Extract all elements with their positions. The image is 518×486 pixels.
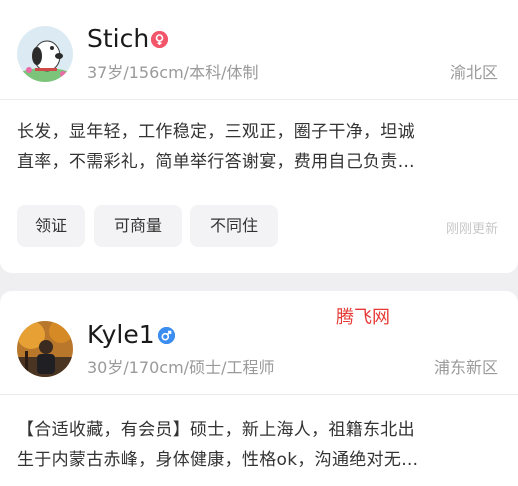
profile-name: Kyle1 — [87, 320, 155, 349]
profile-card[interactable]: Kyle1 30岁/170cm/硕士/工程师 浦东新区 【合适收藏，有会员】硕士… — [0, 291, 518, 486]
avatar[interactable] — [17, 26, 73, 82]
person-photo-avatar-image — [17, 321, 73, 377]
watermark: 腾飞网 — [336, 307, 390, 328]
update-status: 刚刚更新 — [445, 222, 498, 237]
profile-location: 渝北区 — [449, 63, 498, 82]
avatar[interactable] — [17, 321, 73, 377]
profile-location: 浦东新区 — [433, 358, 498, 377]
profile-name: Stich — [87, 24, 150, 53]
snoopy-avatar-image — [17, 26, 73, 82]
description-line: 生于内蒙古赤峰，身体健康，性格ok，沟通绝对无… — [17, 450, 419, 470]
tag-not-live-together[interactable]: 不同住 — [190, 205, 278, 247]
male-icon — [158, 327, 175, 344]
female-icon — [151, 31, 168, 48]
tag-marriage-registration[interactable]: 领证 — [17, 205, 85, 247]
profile-card[interactable]: Stich 37岁/156cm/本科/体制 渝北区 长发，显年轻，工作稳定，三观… — [0, 0, 518, 273]
divider — [0, 394, 518, 395]
tag-negotiable[interactable]: 可商量 — [94, 205, 182, 247]
description-line: 长发，显年轻，工作稳定，三观正，圈子干净，坦诚 — [17, 122, 415, 142]
divider — [0, 99, 518, 100]
profile-description: 【合适收藏，有会员】硕士，新上海人，祖籍东北出 生于内蒙古赤峰，身体健康，性格o… — [17, 415, 499, 475]
description-line: 直率，不需彩礼，简单举行答谢宴，费用自己负责… — [17, 152, 415, 172]
profile-meta: 30岁/170cm/硕士/工程师 — [87, 358, 275, 377]
description-line: 【合适收藏，有会员】硕士，新上海人，祖籍东北出 — [17, 420, 415, 440]
profile-meta: 37岁/156cm/本科/体制 — [87, 63, 259, 82]
profile-description: 长发，显年轻，工作稳定，三观正，圈子干净，坦诚 直率，不需彩礼，简单举行答谢宴，… — [17, 117, 499, 177]
